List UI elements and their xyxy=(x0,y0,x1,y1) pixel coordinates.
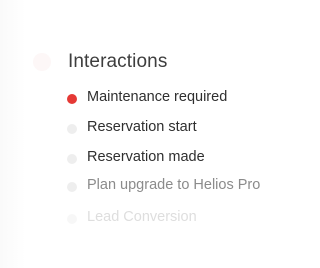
status-dot-icon xyxy=(67,154,77,164)
interaction-item-maintenance-required[interactable]: Maintenance required xyxy=(0,86,268,112)
interaction-item-label: Maintenance required xyxy=(87,89,228,105)
interaction-item-reservation-made[interactable]: Reservation made xyxy=(0,146,268,172)
status-dot-icon xyxy=(67,124,77,134)
interaction-item-label: Reservation made xyxy=(87,149,205,165)
status-dot-icon xyxy=(67,182,77,192)
interaction-item-plan-upgrade[interactable]: Plan upgrade to Helios Pro xyxy=(0,174,268,200)
interaction-item-reservation-start[interactable]: Reservation start xyxy=(0,116,268,142)
status-dot-icon xyxy=(67,214,77,224)
interaction-item-lead-conversion[interactable]: Lead Conversion xyxy=(0,206,268,232)
interaction-list: Maintenance required Reservation start R… xyxy=(0,0,268,268)
interaction-item-label: Reservation start xyxy=(87,119,197,135)
interactions-panel: Interactions Maintenance required Reserv… xyxy=(0,0,268,268)
interaction-item-label: Lead Conversion xyxy=(87,209,197,225)
interaction-item-label: Plan upgrade to Helios Pro xyxy=(87,177,261,193)
status-dot-active-icon xyxy=(67,94,77,104)
